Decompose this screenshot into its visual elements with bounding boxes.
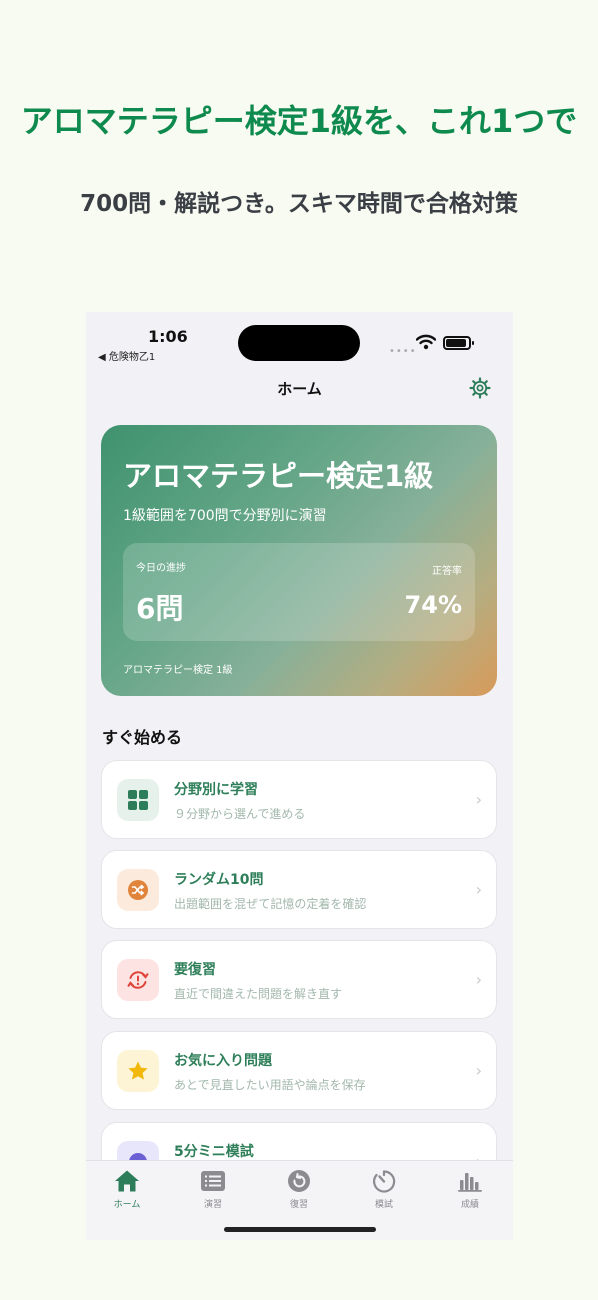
hero-footer: アロマテラピー検定 1級 bbox=[123, 665, 233, 676]
tab-label: ホーム bbox=[113, 1200, 141, 1210]
chevron-right-icon: › bbox=[475, 790, 482, 809]
menu-item-favorites[interactable]: お気に入り問題 あとで見直したい用語や論点を保存 › bbox=[101, 1031, 497, 1110]
progress-box: 今日の進捗 正答率 6問 74% bbox=[123, 543, 475, 641]
tab-review[interactable]: 復習 bbox=[269, 1169, 329, 1210]
promo-title: アロマテラピー検定1級を、これ1つで bbox=[20, 102, 578, 140]
shuffle-icon bbox=[117, 869, 159, 911]
tab-home[interactable]: ホーム bbox=[97, 1169, 157, 1210]
timer-icon bbox=[373, 1170, 396, 1193]
review-icon bbox=[288, 1170, 310, 1192]
grid-icon bbox=[117, 779, 159, 821]
progress-value: 6問 bbox=[136, 592, 184, 625]
phone-screen: 1:06 ◀ 危険物乙1 •••• ホーム アロマテラピー検定1級 1級範囲を7… bbox=[86, 312, 513, 1240]
menu-item-desc: あとで見直したい用語や論点を保存 bbox=[174, 1078, 366, 1092]
tab-label: 模試 bbox=[374, 1200, 393, 1210]
chevron-right-icon: › bbox=[475, 880, 482, 899]
menu-item-desc: 直近で間違えた問題を解き直す bbox=[174, 987, 343, 1001]
tab-practice[interactable]: 演習 bbox=[183, 1169, 243, 1210]
tab-label: 復習 bbox=[289, 1200, 308, 1210]
menu-item-title: 分野別に学習 bbox=[174, 782, 258, 798]
bar-chart-icon bbox=[458, 1173, 482, 1192]
tab-results[interactable]: 成績 bbox=[440, 1169, 500, 1210]
menu-item-title: 5分ミニ模試 bbox=[174, 1144, 254, 1160]
accuracy-value: 74% bbox=[404, 591, 462, 619]
section-title: すぐ始める bbox=[102, 728, 183, 747]
hero-card: アロマテラピー検定1級 1級範囲を700問で分野別に演習 今日の進捗 正答率 6… bbox=[101, 425, 497, 696]
menu-item-title: お気に入り問題 bbox=[174, 1053, 272, 1069]
tab-label: 成績 bbox=[460, 1200, 479, 1210]
menu-item-desc: ９分野から選んで進める bbox=[174, 807, 306, 821]
signal-icon: •••• bbox=[389, 346, 417, 357]
tab-exam[interactable]: 模試 bbox=[354, 1169, 414, 1210]
wifi-icon bbox=[416, 334, 436, 350]
status-time: 1:06 bbox=[148, 327, 188, 346]
chevron-right-icon: › bbox=[475, 1061, 482, 1080]
menu-item-review[interactable]: 要復習 直近で間違えた問題を解き直す › bbox=[101, 940, 497, 1019]
gear-icon[interactable] bbox=[468, 376, 492, 400]
menu-item-by-field[interactable]: 分野別に学習 ９分野から選んで進める › bbox=[101, 760, 497, 839]
chevron-right-icon: › bbox=[475, 970, 482, 989]
back-to-app-link[interactable]: ◀ 危険物乙1 bbox=[98, 348, 155, 363]
home-icon bbox=[115, 1170, 139, 1192]
menu-item-desc: 出題範囲を混ぜて記憶の定着を確認 bbox=[174, 897, 367, 911]
battery-icon bbox=[443, 336, 474, 350]
page-title: ホーム bbox=[277, 380, 322, 398]
accuracy-label: 正答率 bbox=[432, 566, 462, 577]
dynamic-island bbox=[238, 325, 360, 361]
star-icon bbox=[117, 1050, 159, 1092]
menu-item-title: 要復習 bbox=[174, 962, 216, 978]
tab-label: 演習 bbox=[203, 1200, 222, 1210]
hero-title: アロマテラピー検定1級 bbox=[123, 459, 434, 493]
hero-subtitle: 1級範囲を700問で分野別に演習 bbox=[123, 508, 327, 524]
review-alert-icon bbox=[117, 959, 159, 1001]
home-indicator bbox=[224, 1227, 376, 1232]
promo-subtitle: 700問・解説つき。スキマ時間で合格対策 bbox=[80, 191, 518, 217]
list-icon bbox=[201, 1171, 225, 1191]
menu-item-random[interactable]: ランダム10問 出題範囲を混ぜて記憶の定着を確認 › bbox=[101, 850, 497, 929]
menu-item-title: ランダム10問 bbox=[174, 872, 264, 888]
progress-label: 今日の進捗 bbox=[136, 563, 186, 574]
